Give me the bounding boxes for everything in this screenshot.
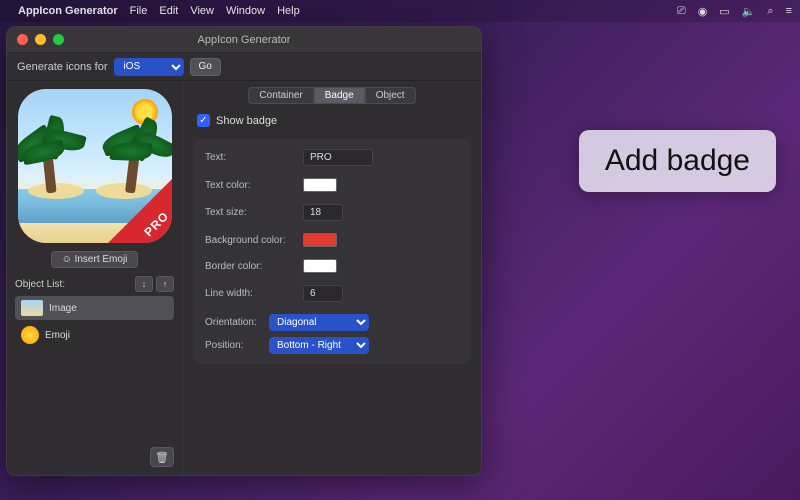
minimize-icon[interactable] bbox=[35, 34, 46, 45]
orientation-label: Orientation: bbox=[205, 317, 269, 328]
bordercolor-label: Border color: bbox=[205, 261, 303, 272]
tab-container[interactable]: Container bbox=[248, 87, 313, 104]
line-width-input[interactable] bbox=[303, 285, 343, 302]
callout-label: Add badge bbox=[579, 130, 776, 192]
show-badge-checkbox[interactable]: ✓ Show badge bbox=[197, 114, 471, 127]
menu-view[interactable]: View bbox=[190, 5, 214, 17]
delete-button[interactable]: 🗑 bbox=[150, 447, 174, 467]
menu-help[interactable]: Help bbox=[277, 5, 300, 17]
textcolor-label: Text color: bbox=[205, 180, 303, 191]
display-icon[interactable]: ▭ bbox=[719, 5, 729, 18]
list-item-label: Emoji bbox=[45, 330, 70, 341]
traffic-lights bbox=[17, 34, 64, 45]
image-thumb-icon bbox=[21, 300, 43, 316]
left-pane: PRO ☺ Insert Emoji Object List: ↓ ↑ Imag… bbox=[7, 81, 183, 475]
close-icon[interactable] bbox=[17, 34, 28, 45]
toolbar: Generate icons for iOS Go bbox=[7, 53, 481, 81]
menu-edit[interactable]: Edit bbox=[159, 5, 178, 17]
go-button[interactable]: Go bbox=[190, 58, 221, 76]
linewidth-label: Line width: bbox=[205, 288, 303, 299]
text-color-swatch[interactable] bbox=[303, 178, 337, 192]
object-list-header: Object List: ↓ ↑ bbox=[15, 276, 174, 292]
screen-share-icon[interactable]: ⎚ bbox=[677, 5, 686, 18]
camera-icon[interactable]: ◉ bbox=[698, 5, 708, 18]
move-down-button[interactable]: ↓ bbox=[135, 276, 153, 292]
badge-form: Text: Text color: Text size: Background … bbox=[193, 139, 471, 364]
checkbox-icon: ✓ bbox=[197, 114, 210, 127]
list-item-label: Image bbox=[49, 303, 77, 314]
zoom-icon[interactable] bbox=[53, 34, 64, 45]
control-center-icon[interactable]: ≡ bbox=[786, 5, 792, 17]
text-label: Text: bbox=[205, 152, 303, 163]
menubar: AppIcon Generator File Edit View Window … bbox=[0, 0, 800, 22]
titlebar: AppIcon Generator bbox=[7, 27, 481, 53]
show-badge-label: Show badge bbox=[216, 115, 277, 127]
right-pane: Container Badge Object ✓ Show badge Text… bbox=[183, 81, 481, 475]
bgcolor-label: Background color: bbox=[205, 235, 303, 246]
insert-emoji-button[interactable]: ☺ Insert Emoji bbox=[51, 251, 139, 268]
textsize-label: Text size: bbox=[205, 207, 303, 218]
move-up-button[interactable]: ↑ bbox=[156, 276, 174, 292]
bg-color-swatch[interactable] bbox=[303, 233, 337, 247]
tabs: Container Badge Object bbox=[193, 87, 471, 104]
generate-label: Generate icons for bbox=[17, 61, 108, 73]
position-select[interactable]: Bottom - Right bbox=[269, 337, 369, 354]
menu-window[interactable]: Window bbox=[226, 5, 265, 17]
menubar-right: ⎚ ◉ ▭ 🔈 ⌕ ≡ bbox=[677, 5, 792, 18]
search-icon[interactable]: ⌕ bbox=[767, 5, 773, 18]
volume-icon[interactable]: 🔈 bbox=[742, 5, 756, 18]
icon-preview: PRO bbox=[18, 89, 172, 243]
platform-select[interactable]: iOS bbox=[114, 58, 184, 76]
menu-file[interactable]: File bbox=[130, 5, 148, 17]
position-label: Position: bbox=[205, 340, 269, 351]
app-window: AppIcon Generator Generate icons for iOS… bbox=[6, 26, 482, 476]
tab-badge[interactable]: Badge bbox=[314, 87, 365, 104]
app-name[interactable]: AppIcon Generator bbox=[18, 5, 118, 17]
text-size-input[interactable] bbox=[303, 204, 343, 221]
tab-object[interactable]: Object bbox=[365, 87, 416, 104]
emoji-thumb-icon bbox=[21, 326, 39, 344]
list-item[interactable]: Emoji bbox=[15, 322, 174, 348]
orientation-select[interactable]: Diagonal bbox=[269, 314, 369, 331]
window-title: AppIcon Generator bbox=[7, 34, 481, 46]
object-list-label: Object List: bbox=[15, 279, 65, 290]
list-item[interactable]: Image bbox=[15, 296, 174, 320]
badge-text-input[interactable] bbox=[303, 149, 373, 166]
object-list: Image Emoji bbox=[15, 296, 174, 443]
border-color-swatch[interactable] bbox=[303, 259, 337, 273]
